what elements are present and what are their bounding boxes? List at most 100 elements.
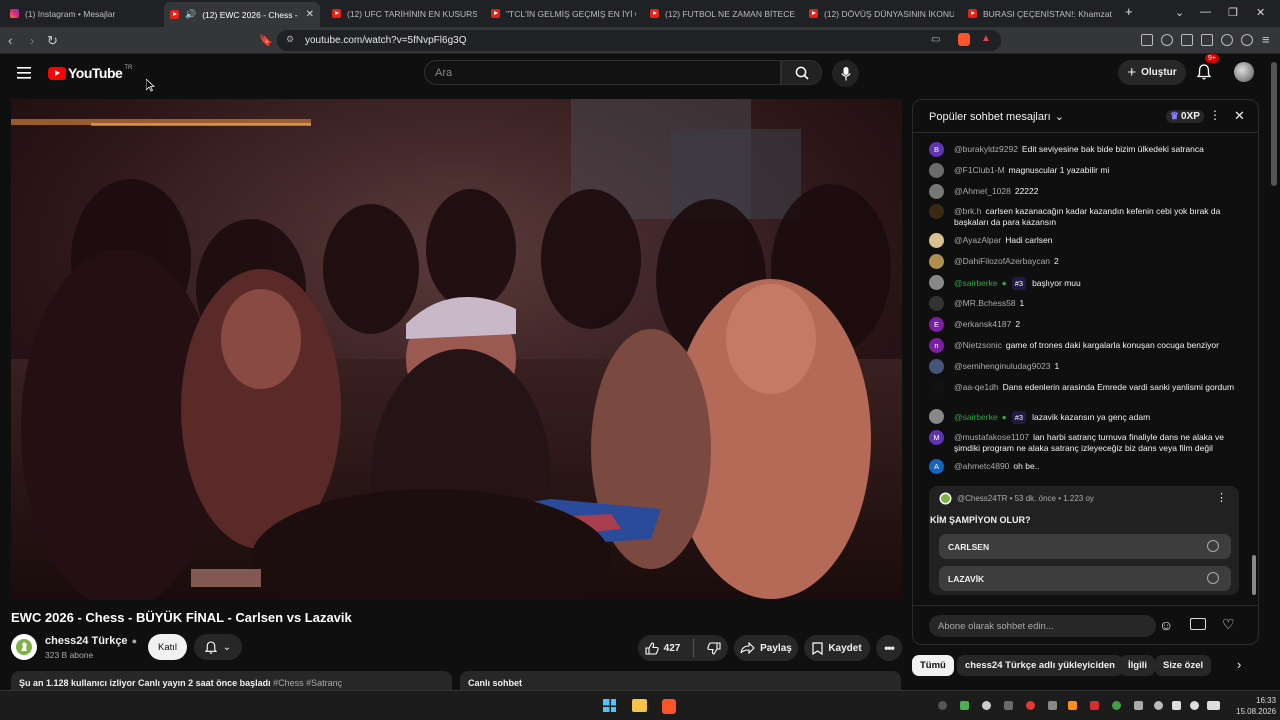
browser-tab[interactable]: (12) DÖVÜŞ DÜNYASININ İKONU: C: [809, 4, 954, 23]
chip-related[interactable]: İlgili: [1120, 655, 1155, 676]
chat-author-name[interactable]: @burakyldz9292: [954, 144, 1018, 154]
chat-author-name[interactable]: @Ahmet_1028: [954, 186, 1011, 196]
chat-author-avatar[interactable]: [929, 359, 944, 374]
xp-badge[interactable]: ♛ 0XP: [1166, 110, 1204, 123]
tray-icon-6[interactable]: [1048, 701, 1057, 710]
chat-close-icon[interactable]: ✕: [1234, 108, 1245, 124]
user-avatar[interactable]: [1234, 62, 1254, 82]
notifications-bell-icon[interactable]: [1197, 64, 1211, 80]
cast-icon[interactable]: ▭: [931, 34, 940, 45]
brave-browser-icon[interactable]: [662, 699, 676, 714]
poll-option-carlsen[interactable]: CARLSEN: [939, 534, 1231, 559]
browser-tab[interactable]: (12) UFC TARİHİNİN EN KUSURSUZ: [332, 4, 477, 23]
wallet-icon[interactable]: [1201, 34, 1213, 46]
chat-author-name[interactable]: @sairberke: [954, 412, 998, 422]
back-icon[interactable]: ‹: [8, 33, 12, 48]
join-button[interactable]: Katıl: [148, 634, 187, 660]
chat-author-avatar[interactable]: [929, 275, 944, 290]
chat-author-avatar[interactable]: [929, 409, 944, 424]
browser-tab[interactable]: "TCL'İN GELMİŞ GEÇMİŞ EN İYİ ORT: [491, 4, 636, 23]
voice-search-button[interactable]: [832, 60, 859, 87]
chip-uploader[interactable]: chess24 Türkçe adlı yükleyiciden: [957, 655, 1123, 676]
url-field[interactable]: ⚙ youtube.com/watch?v=5fNvpFl6g3Q ▭ ▲: [277, 30, 1001, 51]
like-icon[interactable]: [645, 641, 659, 655]
sidebar-icon[interactable]: [1181, 34, 1193, 46]
tray-icon-8[interactable]: [1090, 701, 1099, 710]
new-tab-button[interactable]: +: [1125, 4, 1133, 19]
emoji-icon[interactable]: ☺: [1159, 617, 1173, 633]
super-chat-icon[interactable]: [1190, 618, 1206, 630]
chat-author-avatar[interactable]: [929, 184, 944, 199]
browser-tab-active[interactable]: 🔊 (12) EWC 2026 - Chess - BÜY ✕: [164, 2, 320, 27]
chip-for-you[interactable]: Size özel: [1155, 655, 1212, 676]
chat-author-name[interactable]: @sairberke: [954, 278, 998, 288]
subscription-bell-button[interactable]: ⌄: [194, 634, 242, 660]
tab-search-icon[interactable]: ⌄: [1175, 6, 1184, 19]
save-button[interactable]: Kaydet: [804, 635, 870, 661]
create-button[interactable]: + Oluştur: [1118, 60, 1186, 85]
chat-mode-selector[interactable]: Popüler sohbet mesajları ⌄: [929, 110, 1064, 124]
vpn-icon[interactable]: [1241, 34, 1253, 46]
tray-icon-1[interactable]: [938, 701, 947, 710]
youtube-logo[interactable]: YouTube TR: [48, 65, 132, 81]
share-button[interactable]: Paylaş: [734, 635, 798, 661]
chat-author-avatar[interactable]: [929, 163, 944, 178]
tray-icon-7[interactable]: [1068, 701, 1077, 710]
tray-icon-2[interactable]: [960, 701, 969, 710]
reload-icon[interactable]: ↻: [47, 33, 58, 49]
search-box[interactable]: [424, 60, 781, 85]
chat-scrollbar[interactable]: [1252, 555, 1256, 595]
chevron-right-icon[interactable]: ›: [1237, 657, 1241, 672]
tab-close-icon[interactable]: ✕: [306, 9, 314, 20]
tray-icon-9[interactable]: [1112, 701, 1121, 710]
tray-icon-3[interactable]: [982, 701, 991, 710]
chat-author-name[interactable]: @Nietzsonic: [954, 340, 1002, 350]
more-actions-button[interactable]: •••: [876, 635, 902, 661]
chat-author-avatar[interactable]: [929, 254, 944, 269]
file-explorer-icon[interactable]: [632, 699, 647, 712]
dislike-icon[interactable]: [707, 641, 721, 655]
chat-author-avatar[interactable]: n: [929, 338, 944, 353]
tray-icon-5[interactable]: [1026, 701, 1035, 710]
channel-name[interactable]: chess24 Türkçe ●: [45, 635, 137, 647]
chat-author-avatar[interactable]: [929, 204, 944, 219]
chat-author-avatar[interactable]: [929, 380, 944, 395]
chat-author-name[interactable]: @AyazAlpar: [954, 235, 1001, 245]
windows-start-icon[interactable]: [603, 699, 616, 712]
poll-more-icon[interactable]: ⋮: [1216, 491, 1227, 504]
video-description-bar[interactable]: Şu an 1.128 kullanıcı izliyor Canlı yayı…: [11, 671, 452, 691]
close-window-icon[interactable]: ✕: [1256, 6, 1265, 19]
taskbar-clock[interactable]: 16:33 15.08.2026: [1236, 695, 1276, 717]
tray-icon-4[interactable]: [1004, 701, 1013, 710]
heart-icon[interactable]: ♡: [1222, 616, 1235, 633]
chat-author-avatar[interactable]: M: [929, 430, 944, 445]
battery-icon[interactable]: [1207, 701, 1220, 710]
chat-author-name[interactable]: @mustafakose1107: [954, 432, 1029, 442]
channel-avatar[interactable]: [11, 634, 37, 660]
chat-author-name[interactable]: @aa-qe1dh: [954, 382, 999, 392]
chat-author-name[interactable]: @brk.h: [954, 206, 982, 216]
chat-author-name[interactable]: @F1Club1-M: [954, 165, 1005, 175]
chat-author-avatar[interactable]: A: [929, 459, 944, 474]
chat-input[interactable]: Abone olarak sohbet edin...: [929, 615, 1156, 637]
chat-author-name[interactable]: @erkansk4187: [954, 319, 1011, 329]
browser-tab[interactable]: (1) Instagram • Mesajlar: [10, 4, 160, 23]
chat-author-avatar[interactable]: B: [929, 142, 944, 157]
restore-icon[interactable]: ❐: [1228, 6, 1238, 19]
search-input[interactable]: [425, 61, 780, 84]
network-icon[interactable]: [1172, 701, 1181, 710]
browser-menu-icon[interactable]: ≡: [1262, 32, 1270, 47]
forward-icon[interactable]: ›: [30, 33, 34, 48]
extensions-icon[interactable]: [1141, 34, 1153, 46]
poll-option-lazavik[interactable]: LAZAVİK: [939, 566, 1231, 591]
brave-shields-icon[interactable]: [958, 33, 970, 46]
site-info-icon[interactable]: ⚙: [286, 34, 294, 45]
tray-icon-10[interactable]: [1134, 701, 1143, 710]
chip-all[interactable]: Tümü: [912, 655, 954, 676]
chat-author-avatar[interactable]: E: [929, 317, 944, 332]
chat-author-name[interactable]: @ahmetc4890: [954, 461, 1009, 471]
chat-author-name[interactable]: @semihenginuludag9023: [954, 361, 1051, 371]
brave-rewards-icon[interactable]: ▲: [981, 33, 991, 44]
chat-author-avatar[interactable]: [929, 296, 944, 311]
chat-more-icon[interactable]: ⋮: [1209, 108, 1221, 122]
